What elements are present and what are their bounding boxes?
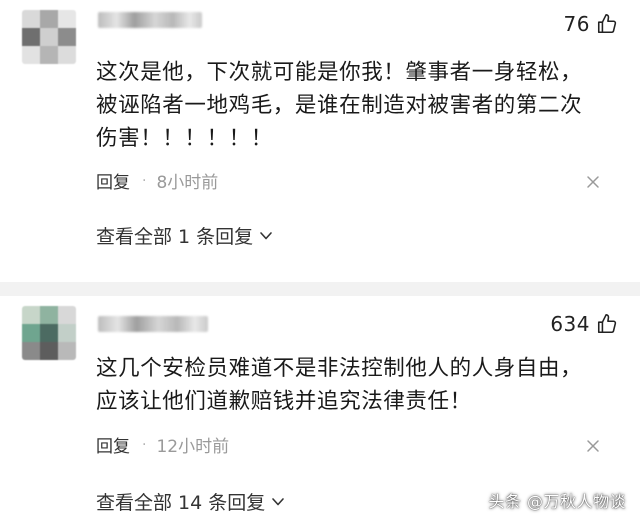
view-replies-label: 查看全部 1 条回复 [96,226,254,248]
reply-button[interactable]: 回复 [96,432,130,457]
avatar[interactable] [22,306,76,360]
section-divider [0,282,640,296]
reply-button[interactable]: 回复 [96,168,130,193]
comment-item: 76 这次是他，下次就可能是你我！肇事者一身轻松，被诬陷者一地鸡毛，是谁在制造对… [0,0,640,282]
view-replies-label: 查看全部 14 条回复 [96,492,266,514]
watermark: 头条 @万秋人物谈 [488,492,626,511]
like-button[interactable]: 76 [564,12,618,36]
like-button[interactable]: 634 [550,312,618,336]
meta-separator: · [142,172,147,189]
close-icon[interactable] [586,174,600,188]
comment-item: 634 这几个安检员难道不是非法控制他人的人身自由，应该让他们道歉赔钱并追究法律… [0,296,640,520]
comment-meta: 回复 · 12小时前 [96,432,230,458]
meta-separator: · [142,436,147,453]
avatar[interactable] [22,10,76,64]
timestamp: 8小时前 [156,173,219,193]
comment-text: 这几个安检员难道不是非法控制他人的人身自由，应该让他们道歉赔钱并追究法律责任！ [96,356,583,414]
username-blurred[interactable] [98,316,208,332]
close-icon[interactable] [586,438,600,452]
comment-text: 这次是他，下次就可能是你我！肇事者一身轻松，被诬陷者一地鸡毛，是谁在制造对被害者… [96,60,583,151]
chevron-down-icon [271,497,285,507]
view-replies-link[interactable]: 查看全部 14 条回复 [96,488,285,515]
timestamp: 12小时前 [156,437,230,457]
like-count: 76 [563,12,590,36]
username-blurred[interactable] [98,12,202,28]
thumbs-up-icon [596,13,618,35]
chevron-down-icon [259,231,273,241]
view-replies-link[interactable]: 查看全部 1 条回复 [96,222,273,249]
comment-meta: 回复 · 8小时前 [96,168,219,194]
like-count: 634 [550,312,590,336]
thumbs-up-icon [596,313,618,335]
